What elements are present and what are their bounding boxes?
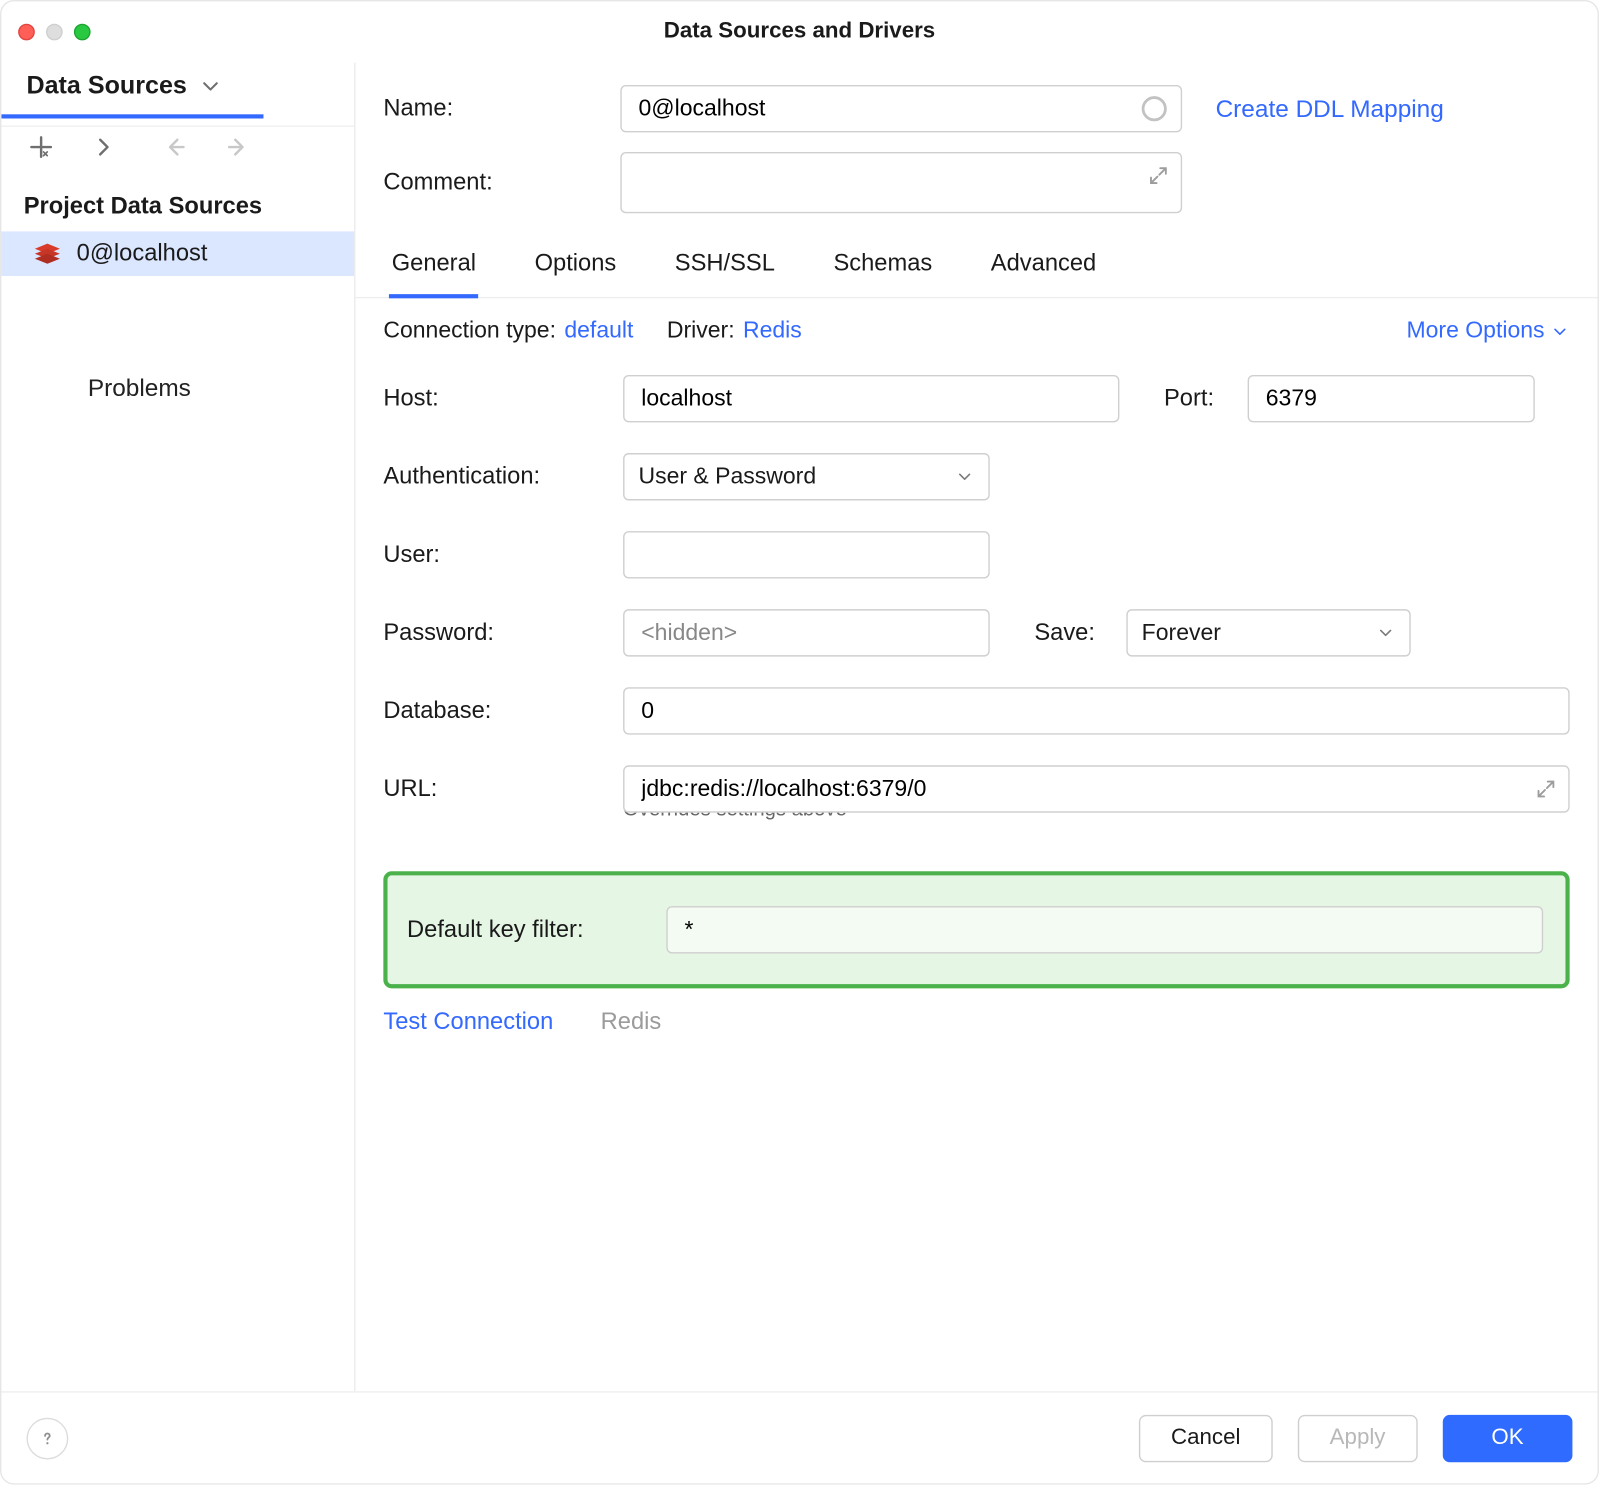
test-driver-label: Redis xyxy=(601,1008,662,1036)
cancel-button[interactable]: Cancel xyxy=(1139,1414,1273,1461)
window: Data Sources and Drivers Data Sources Pr… xyxy=(0,0,1599,1485)
chevron-right-icon[interactable] xyxy=(89,132,118,161)
footer: Cancel Apply OK xyxy=(1,1391,1597,1483)
name-field[interactable] xyxy=(636,94,1134,123)
tabs: General Options SSH/SSL Schemas Advanced xyxy=(355,241,1597,298)
user-input[interactable] xyxy=(623,531,990,578)
save-value: Forever xyxy=(1142,620,1221,646)
add-icon[interactable] xyxy=(26,132,55,161)
help-button[interactable] xyxy=(26,1417,68,1459)
password-label: Password: xyxy=(383,619,623,647)
chevron-down-icon xyxy=(1376,623,1396,643)
host-input[interactable] xyxy=(623,375,1119,422)
sidebar-tab-data-sources[interactable]: Data Sources xyxy=(1,71,263,118)
divider xyxy=(1,125,354,126)
user-label: User: xyxy=(383,541,623,569)
more-options-label: More Options xyxy=(1406,318,1544,344)
database-field[interactable] xyxy=(638,696,1554,725)
url-field[interactable] xyxy=(638,774,1554,803)
tab-options[interactable]: Options xyxy=(532,241,619,297)
save-select[interactable]: Forever xyxy=(1126,609,1410,656)
default-key-filter-box: Default key filter: xyxy=(383,871,1569,988)
tab-ssh-ssl[interactable]: SSH/SSL xyxy=(672,241,778,297)
help-icon xyxy=(36,1427,58,1449)
datasource-item-label: 0@localhost xyxy=(77,240,208,268)
sidebar-problems[interactable]: Problems xyxy=(1,276,354,403)
key-filter-input[interactable] xyxy=(666,906,1543,953)
chevron-down-icon xyxy=(1550,321,1570,341)
apply-button[interactable]: Apply xyxy=(1298,1414,1418,1461)
url-label: URL: xyxy=(383,775,623,803)
port-field[interactable] xyxy=(1263,384,1519,413)
password-input[interactable] xyxy=(623,609,990,656)
save-label: Save: xyxy=(1034,619,1126,647)
chevron-down-icon xyxy=(955,467,975,487)
tab-advanced[interactable]: Advanced xyxy=(988,241,1099,297)
port-input[interactable] xyxy=(1248,375,1535,422)
key-filter-label: Default key filter: xyxy=(407,916,666,944)
window-maximize-button[interactable] xyxy=(74,24,91,41)
arrow-left-icon[interactable] xyxy=(160,132,189,161)
port-label: Port: xyxy=(1164,385,1248,413)
sidebar: Data Sources Project Data Sources xyxy=(1,63,355,1391)
user-field[interactable] xyxy=(638,540,974,569)
redis-icon xyxy=(32,241,63,266)
database-label: Database: xyxy=(383,697,623,725)
comment-field[interactable] xyxy=(636,168,1167,197)
traffic-lights xyxy=(18,24,90,41)
sidebar-tab-label: Data Sources xyxy=(26,71,186,100)
authentication-label: Authentication: xyxy=(383,463,623,491)
connection-type-value[interactable]: default xyxy=(564,318,633,344)
comment-label: Comment: xyxy=(383,169,620,197)
authentication-value: User & Password xyxy=(638,464,816,490)
expand-icon[interactable] xyxy=(1147,164,1169,186)
host-field[interactable] xyxy=(638,384,1104,413)
comment-input[interactable] xyxy=(620,152,1182,213)
authentication-select[interactable]: User & Password xyxy=(623,453,990,500)
tab-schemas[interactable]: Schemas xyxy=(831,241,935,297)
window-minimize-button[interactable] xyxy=(46,24,63,41)
titlebar: Data Sources and Drivers xyxy=(1,1,1597,62)
arrow-right-icon[interactable] xyxy=(223,132,252,161)
window-close-button[interactable] xyxy=(18,24,35,41)
datasource-item[interactable]: 0@localhost xyxy=(1,231,354,276)
meta-row: Connection type: default Driver: Redis M… xyxy=(383,318,1569,344)
sidebar-heading: Project Data Sources xyxy=(1,176,354,232)
password-field[interactable] xyxy=(638,618,974,647)
host-label: Host: xyxy=(383,385,623,413)
name-input[interactable] xyxy=(620,85,1182,132)
more-options-link[interactable]: More Options xyxy=(1406,318,1569,344)
expand-icon[interactable] xyxy=(1535,778,1557,800)
test-connection-link[interactable]: Test Connection xyxy=(383,1008,553,1036)
color-picker-icon[interactable] xyxy=(1142,96,1167,121)
driver-label: Driver: xyxy=(667,318,735,344)
connection-type-label: Connection type: xyxy=(383,318,556,344)
create-ddl-mapping-link[interactable]: Create DDL Mapping xyxy=(1216,94,1444,123)
sidebar-toolbar xyxy=(1,118,354,175)
content: Name: Create DDL Mapping Comment: Genera… xyxy=(355,63,1597,1391)
window-title: Data Sources and Drivers xyxy=(1,20,1597,45)
chevron-down-icon xyxy=(198,73,223,98)
ok-button[interactable]: OK xyxy=(1443,1414,1573,1461)
test-row: Test Connection Redis xyxy=(383,1008,1569,1036)
url-input[interactable] xyxy=(623,765,1570,812)
tab-general[interactable]: General xyxy=(389,241,479,298)
key-filter-field[interactable] xyxy=(682,915,1528,944)
driver-value[interactable]: Redis xyxy=(743,318,802,344)
database-input[interactable] xyxy=(623,687,1570,734)
name-label: Name: xyxy=(383,95,620,123)
